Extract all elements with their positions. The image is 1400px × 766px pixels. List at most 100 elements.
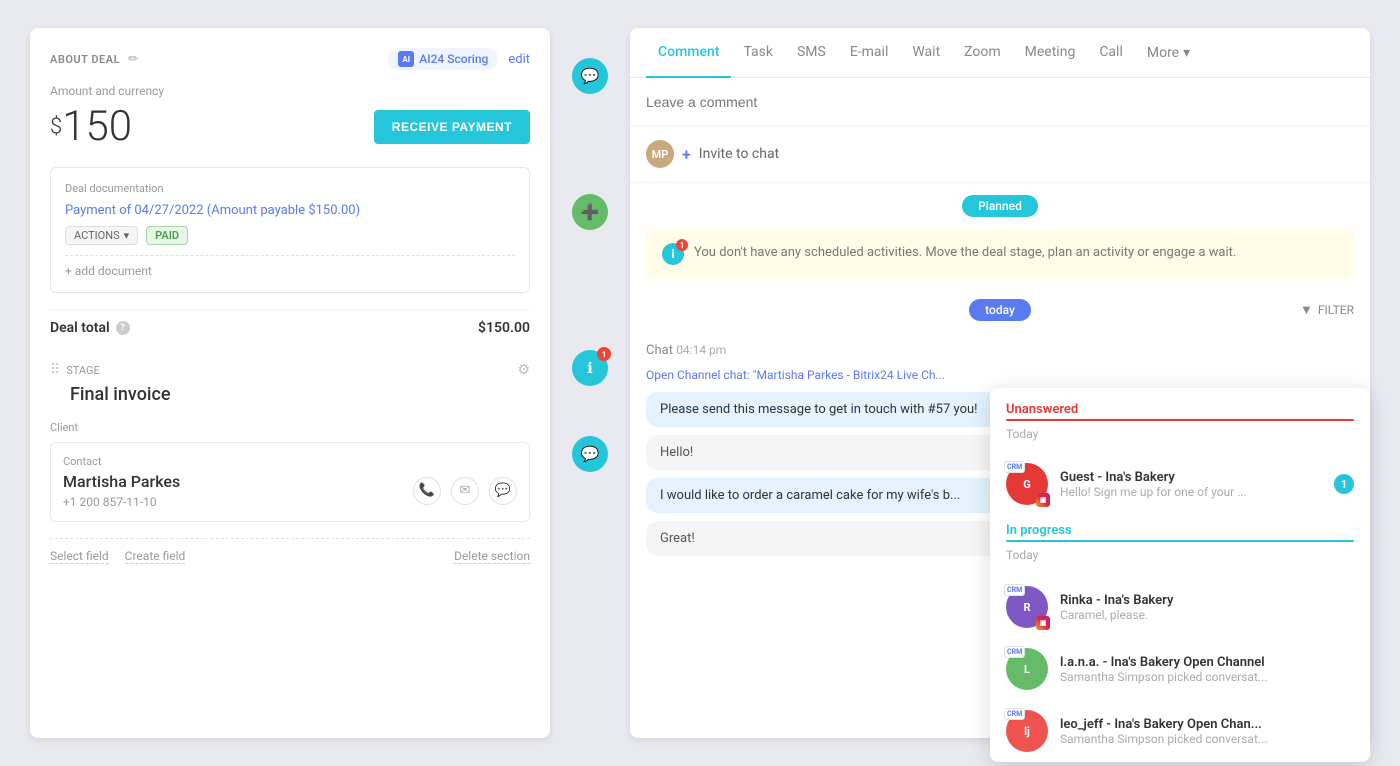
in-progress-section: In progress Today: [990, 515, 1370, 568]
bottom-left: Select field Create field: [50, 549, 185, 564]
ai-scoring-label: AI24 Scoring: [419, 52, 488, 66]
info-banner-badge: 1: [676, 239, 688, 251]
chat-item-preview-2: Samantha Simpson picked conversat...: [1060, 670, 1354, 684]
tab-task[interactable]: Task: [731, 28, 785, 78]
unanswered-divider: [1006, 419, 1354, 421]
filter-label: FILTER: [1318, 303, 1354, 317]
chat-item-content-0: Guest - Ina's Bakery Hello! Sign me up f…: [1060, 470, 1322, 499]
chat-icon[interactable]: 💬: [489, 477, 517, 505]
timeline-comment-icon: 💬: [572, 58, 608, 94]
payment-link[interactable]: Payment of 04/27/2022 (Amount payable $1…: [65, 203, 515, 218]
chat-link[interactable]: Open Channel chat: "Martisha Parkes - Bi…: [646, 368, 1354, 382]
about-deal-right: AI AI24 Scoring edit: [388, 48, 530, 70]
deal-total-row: Deal total ? $150.00: [50, 309, 530, 346]
stage-section: ⠿ Stage ⚙ Final invoice: [50, 362, 530, 405]
actions-badge[interactable]: ACTIONS ▾: [65, 226, 138, 245]
list-item[interactable]: CRM L l.a.n.a. - Ina's Bakery Open Chann…: [990, 638, 1370, 700]
list-item[interactable]: CRM lj leo_jeff - Ina's Bakery Open Chan…: [990, 700, 1370, 762]
tab-email[interactable]: E-mail: [838, 28, 901, 78]
more-chevron-icon: ▾: [1183, 45, 1190, 61]
contact-label: Contact: [63, 455, 517, 468]
chat-item-preview-0: Hello! Sign me up for one of your ...: [1060, 485, 1322, 499]
deal-doc-section: Deal documentation Payment of 04/27/2022…: [50, 167, 530, 293]
ai-icon: AI: [398, 51, 414, 67]
phone-icon[interactable]: 📞: [413, 477, 441, 505]
chat-avatar-2: CRM L: [1006, 648, 1048, 690]
doc-badges: ACTIONS ▾ PAID: [65, 226, 515, 245]
tab-comment[interactable]: Comment: [646, 28, 731, 78]
comment-input-area[interactable]: [630, 78, 1370, 126]
about-deal-header: ABOUT DEAL ✏ AI AI24 Scoring edit: [50, 48, 530, 70]
contact-icons: 📞 ✉ 💬: [413, 477, 517, 505]
tab-wait[interactable]: Wait: [900, 28, 952, 78]
today-badge: today: [969, 299, 1031, 321]
info-banner: i 1 You don't have any scheduled activit…: [646, 229, 1354, 279]
right-chat-panel: Unanswered Today CRM G ▣ Guest - Ina's B…: [990, 388, 1370, 762]
left-panel: ABOUT DEAL ✏ AI AI24 Scoring edit Amount…: [30, 28, 550, 738]
filter-icon: ▼: [1300, 302, 1313, 318]
stage-value: Final invoice: [70, 384, 530, 405]
tab-more[interactable]: More ▾: [1135, 29, 1202, 77]
user-avatar: MP: [646, 140, 674, 168]
tab-meeting[interactable]: Meeting: [1013, 28, 1088, 78]
amount-dollar: $: [50, 115, 62, 140]
select-field-link[interactable]: Select field: [50, 549, 109, 564]
amount-display: $150: [50, 102, 132, 151]
info-text: You don't have any scheduled activities.…: [694, 243, 1236, 263]
list-item[interactable]: CRM R ▣ Rinka - Ina's Bakery Caramel, pl…: [990, 576, 1370, 638]
tabs-header: Comment Task SMS E-mail Wait Zoom Meetin…: [630, 28, 1370, 78]
gear-icon[interactable]: ⚙: [517, 362, 530, 378]
contact-name: Martisha Parkes: [63, 472, 180, 491]
drag-icon: ⠿: [50, 362, 60, 378]
crm-tag-0: CRM: [1004, 461, 1025, 473]
stage-header: ⠿ Stage ⚙: [50, 362, 530, 378]
paid-badge: PAID: [146, 226, 188, 245]
client-label: Client: [50, 421, 530, 434]
actions-chevron-icon: ▾: [124, 229, 130, 242]
chat-item-name-2: l.a.n.a. - Ina's Bakery Open Channel: [1060, 655, 1354, 670]
in-progress-date: Today: [990, 548, 1370, 568]
chat-item-preview-3: Samantha Simpson picked conversat...: [1060, 732, 1354, 746]
ai-scoring-badge[interactable]: AI AI24 Scoring: [388, 48, 498, 70]
info-badge: 1: [597, 347, 611, 361]
chat-avatar-0: CRM G ▣: [1006, 463, 1048, 505]
delete-section-link[interactable]: Delete section: [454, 549, 530, 564]
tab-sms[interactable]: SMS: [785, 28, 838, 78]
edit-link[interactable]: edit: [508, 52, 530, 67]
in-progress-label: In progress: [990, 515, 1370, 540]
client-section: Client Contact Martisha Parkes +1 200 85…: [50, 421, 530, 522]
chat-avatar-1: CRM R ▣: [1006, 586, 1048, 628]
chat-item-preview-1: Caramel, please.: [1060, 608, 1354, 622]
filter-button[interactable]: ▼ FILTER: [1300, 302, 1354, 318]
amount-value: 150: [62, 102, 132, 151]
stage-label-row: ⠿ Stage: [50, 362, 100, 378]
receive-payment-button[interactable]: RECEIVE PAYMENT: [374, 110, 530, 144]
more-label: More: [1147, 45, 1179, 61]
actions-label: ACTIONS: [74, 229, 120, 242]
create-field-link[interactable]: Create field: [125, 549, 186, 564]
contact-card: Contact Martisha Parkes +1 200 857-11-10…: [50, 442, 530, 522]
edit-pencil-icon[interactable]: ✏: [128, 52, 139, 67]
chat-item-content-1: Rinka - Ina's Bakery Caramel, please.: [1060, 593, 1354, 622]
about-deal-title: ABOUT DEAL: [50, 53, 120, 66]
today-badge-row: today ▼ FILTER: [630, 291, 1370, 329]
timeline-chat-icon: 💬: [572, 436, 608, 472]
comment-field[interactable]: [646, 94, 1354, 110]
timeline-info-icon: ℹ 1: [572, 350, 608, 386]
invite-row[interactable]: MP + Invite to chat: [630, 126, 1370, 183]
in-progress-divider: [1006, 540, 1354, 542]
deal-total-label: Deal total ?: [50, 320, 130, 336]
contact-phone: +1 200 857-11-10: [63, 495, 180, 509]
add-document-link[interactable]: + add document: [65, 255, 515, 278]
mail-icon[interactable]: ✉: [451, 477, 479, 505]
about-deal-left: ABOUT DEAL ✏: [50, 52, 139, 67]
chat-item-name-3: leo_jeff - Ina's Bakery Open Chan...: [1060, 717, 1354, 732]
planned-badge: Planned: [962, 195, 1038, 217]
list-item[interactable]: CRM G ▣ Guest - Ina's Bakery Hello! Sign…: [990, 453, 1370, 515]
chat-item-name-0: Guest - Ina's Bakery: [1060, 470, 1322, 485]
amount-label: Amount and currency: [50, 84, 530, 98]
tab-call[interactable]: Call: [1087, 28, 1135, 78]
timeline-activity-icon: ➕: [572, 194, 608, 230]
tab-zoom[interactable]: Zoom: [952, 28, 1013, 78]
unanswered-label: Unanswered: [1006, 402, 1354, 417]
